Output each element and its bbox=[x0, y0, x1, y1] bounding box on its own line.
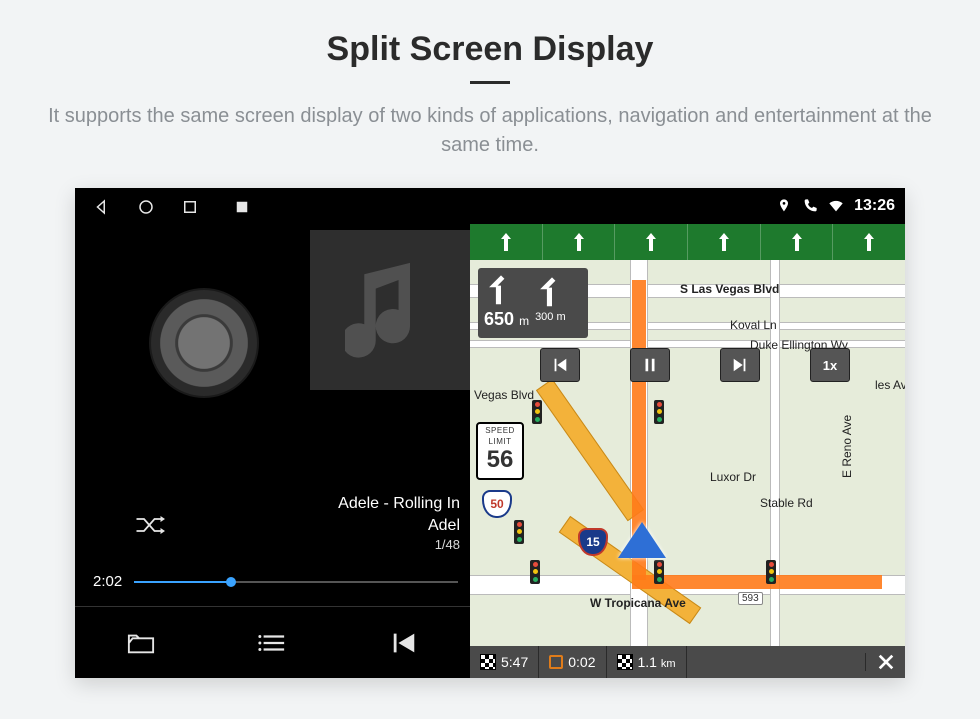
phone-icon bbox=[802, 198, 818, 214]
device-frame: Adele - Rolling In Adel 1/48 2:02 bbox=[75, 188, 905, 678]
screenshot-icon[interactable] bbox=[235, 200, 249, 214]
street-label: Stable Rd bbox=[760, 496, 813, 510]
close-button[interactable] bbox=[865, 653, 905, 671]
location-icon bbox=[776, 198, 792, 214]
traffic-light-icon bbox=[654, 400, 664, 424]
lane-guidance bbox=[470, 224, 905, 260]
speed-limit-sign: SPEED LIMIT 56 bbox=[476, 422, 524, 480]
clock: 13:26 bbox=[854, 197, 895, 215]
checkered-flag-icon bbox=[617, 654, 633, 670]
page-title: Split Screen Display bbox=[0, 0, 980, 69]
traffic-light-icon bbox=[532, 400, 542, 424]
folder-icon[interactable] bbox=[127, 631, 155, 655]
elapsed-time: 2:02 bbox=[93, 573, 122, 590]
street-label: Koval Ln bbox=[730, 318, 777, 332]
home-icon[interactable] bbox=[137, 198, 155, 216]
wifi-icon bbox=[828, 198, 844, 214]
traffic-light-icon bbox=[514, 520, 524, 544]
duration-cell[interactable]: 0:02 bbox=[539, 646, 606, 678]
progress-bar[interactable] bbox=[134, 581, 458, 583]
shuffle-icon[interactable] bbox=[135, 514, 165, 536]
lane-3 bbox=[615, 224, 688, 260]
route-shield-50: 50 bbox=[482, 490, 512, 518]
music-panel: Adele - Rolling In Adel 1/48 2:02 bbox=[75, 188, 470, 678]
address-bubble: 593 bbox=[738, 592, 763, 605]
lane-1 bbox=[470, 224, 543, 260]
vehicle-position-icon bbox=[618, 522, 666, 558]
street-label: Luxor Dr bbox=[710, 470, 756, 484]
back-icon[interactable] bbox=[93, 198, 111, 216]
traffic-light-icon bbox=[766, 560, 776, 584]
checkered-flag-icon bbox=[480, 654, 496, 670]
track-info: Adele - Rolling In Adel 1/48 bbox=[338, 493, 460, 554]
nav-prev-button[interactable] bbox=[540, 348, 580, 382]
lane-2 bbox=[543, 224, 616, 260]
nav-bottom-bar: 5:47 0:02 1.1 km bbox=[470, 646, 905, 678]
music-note-icon bbox=[345, 260, 435, 360]
title-underline bbox=[470, 81, 510, 84]
track-artist: Adel bbox=[338, 515, 460, 537]
music-art-zone: Adele - Rolling In Adel 1/48 2:02 bbox=[75, 226, 470, 606]
track-index: 1/48 bbox=[338, 536, 460, 554]
close-icon bbox=[877, 653, 895, 671]
turn-instruction: 650 m 300 m bbox=[478, 268, 588, 338]
street-label: E Reno Ave bbox=[840, 415, 854, 478]
turn-right-icon bbox=[535, 274, 569, 308]
recent-icon[interactable] bbox=[181, 198, 199, 216]
progress-handle[interactable] bbox=[226, 577, 236, 587]
page-subtitle: It supports the same screen display of t… bbox=[40, 102, 940, 160]
street-label: W Tropicana Ave bbox=[590, 596, 686, 610]
android-nav-bar bbox=[75, 188, 470, 226]
album-art-placeholder bbox=[310, 230, 470, 390]
map-canvas[interactable]: S Las Vegas Blvd Koval Ln Duke Ellington… bbox=[470, 260, 905, 646]
music-controls bbox=[75, 606, 470, 678]
eta-cell[interactable]: 5:47 bbox=[470, 646, 539, 678]
turn-left-icon bbox=[484, 272, 518, 306]
lane-4 bbox=[688, 224, 761, 260]
navigation-panel: 13:26 S Las Vegas Blvd Ko bbox=[470, 188, 905, 678]
previous-track-icon[interactable] bbox=[390, 631, 418, 655]
traffic-light-icon bbox=[530, 560, 540, 584]
progress-row: 2:02 bbox=[93, 573, 458, 590]
nav-speed-button[interactable]: 1x bbox=[810, 348, 850, 382]
distance-cell[interactable]: 1.1 km bbox=[607, 646, 687, 678]
street-label: Vegas Blvd bbox=[474, 388, 534, 402]
street-label: S Las Vegas Blvd bbox=[680, 282, 779, 296]
lane-5 bbox=[761, 224, 834, 260]
fuel-icon bbox=[549, 655, 563, 669]
lane-6 bbox=[833, 224, 905, 260]
street-label: les Ave bbox=[875, 378, 905, 392]
nav-pause-button[interactable] bbox=[630, 348, 670, 382]
playlist-icon[interactable] bbox=[258, 631, 286, 655]
traffic-light-icon bbox=[654, 560, 664, 584]
track-title: Adele - Rolling In bbox=[338, 493, 460, 515]
nav-next-button[interactable] bbox=[720, 348, 760, 382]
nav-status-bar: 13:26 bbox=[470, 188, 905, 224]
record-disc[interactable] bbox=[149, 288, 259, 398]
